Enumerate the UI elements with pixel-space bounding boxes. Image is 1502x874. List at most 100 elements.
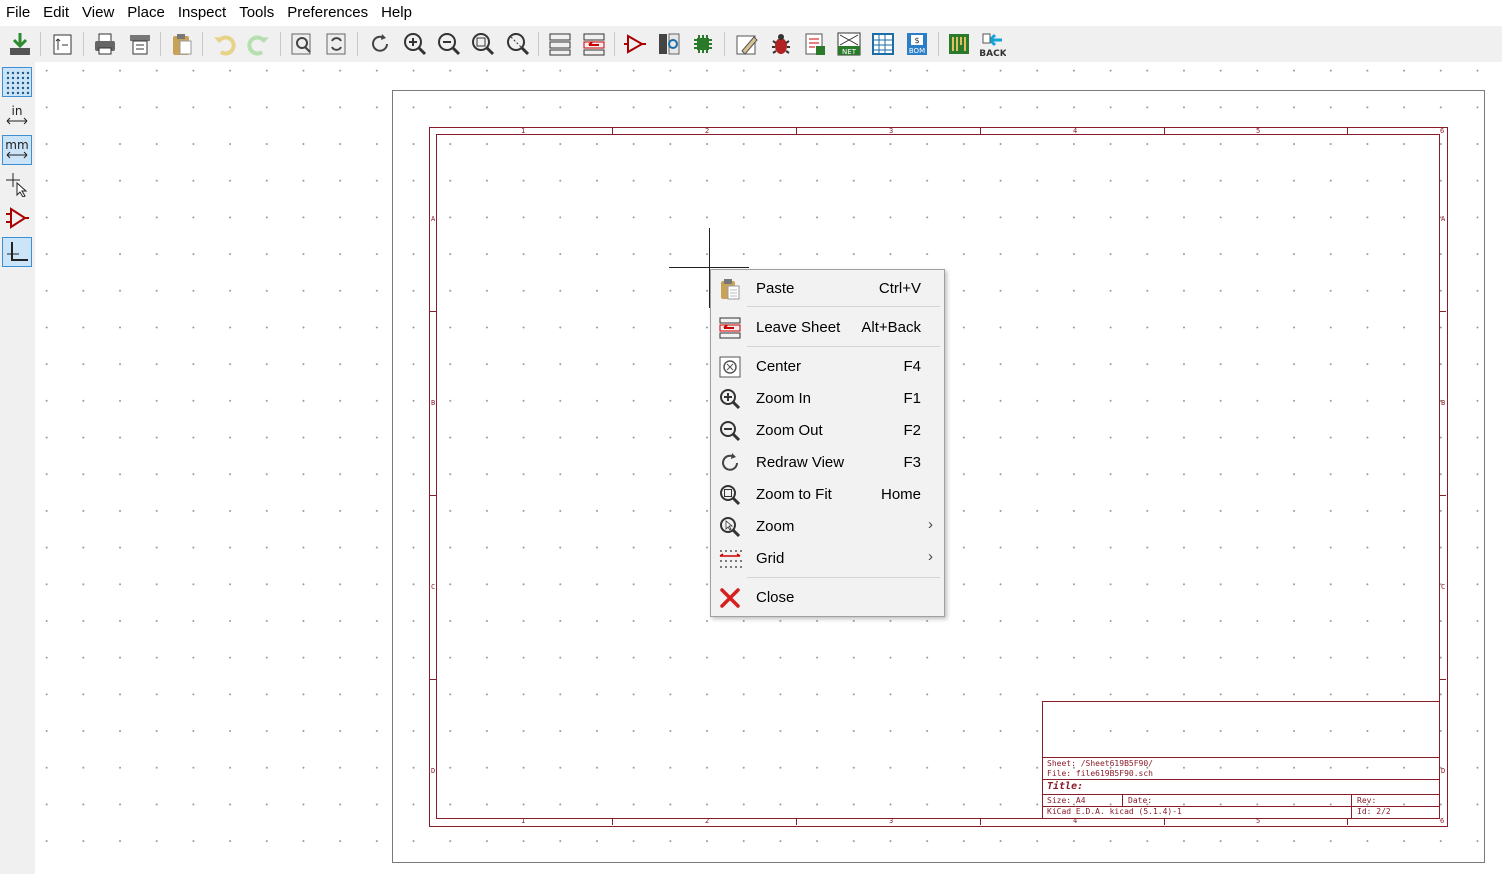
redraw-icon [722, 453, 738, 471]
fields-editor-button[interactable] [868, 29, 898, 59]
leave-sheet-button[interactable] [579, 29, 609, 59]
zoom-selection-icon [507, 33, 530, 56]
zoom-fit-button[interactable] [468, 29, 498, 59]
zoom-icon [720, 517, 741, 538]
redo-button[interactable] [244, 29, 274, 59]
center-icon [719, 356, 741, 378]
menu-item-zoom-to-fit[interactable]: Zoom to Fit Home [713, 480, 942, 510]
plot-button[interactable] [125, 29, 155, 59]
menu-item-center[interactable]: Center F4 [713, 352, 942, 382]
redraw-button[interactable] [365, 29, 395, 59]
zoom-out-icon [720, 421, 741, 442]
netlist-button[interactable]: NET [834, 29, 864, 59]
menu-item-label: Grid [756, 550, 785, 567]
toggle-grid-button[interactable] [2, 67, 32, 97]
menubar: File Edit View Place Inspect Tools Prefe… [0, 0, 1502, 26]
save-button[interactable] [5, 29, 35, 59]
menu-view[interactable]: View [76, 0, 121, 26]
menu-item-zoom-submenu[interactable]: Zoom › [713, 512, 942, 542]
zoom-in-button[interactable] [400, 29, 430, 59]
menu-item-zoom-out[interactable]: Zoom Out F2 [713, 416, 942, 446]
back-button[interactable]: BACK [978, 29, 1008, 59]
menu-help[interactable]: Help [375, 0, 419, 26]
orthogonal-wires-button[interactable] [2, 237, 32, 267]
menu-item-label: Zoom [756, 518, 795, 535]
zone-col-label: 6 [1440, 817, 1445, 825]
menu-item-grid-submenu[interactable]: Grid › [713, 544, 942, 574]
zone-col-label: 2 [705, 817, 710, 825]
footprint-editor-button[interactable] [688, 29, 718, 59]
menu-item-label: Leave Sheet [756, 319, 841, 336]
find-replace-icon [326, 33, 346, 55]
find-button[interactable] [287, 29, 317, 59]
pcbnew-button[interactable] [944, 29, 974, 59]
menu-item-shortcut: F3 [903, 454, 921, 471]
pcb-icon [949, 34, 969, 54]
menu-edit[interactable]: Edit [37, 0, 76, 26]
menu-inspect[interactable]: Inspect [172, 0, 233, 26]
show-hidden-pins-button[interactable] [2, 203, 32, 233]
redraw-icon [372, 34, 388, 52]
menu-file[interactable]: File [0, 0, 37, 26]
menu-item-paste[interactable]: Paste Ctrl+V [713, 274, 942, 304]
svg-text:BOM: BOM [909, 47, 925, 55]
menu-item-shortcut: F1 [903, 390, 921, 407]
title-block: Sheet: /Sheet619B5F90/ File: file619B5F9… [1042, 701, 1440, 819]
zone-col-label: 6 [1440, 127, 1445, 135]
annotate-button[interactable] [732, 29, 762, 59]
page-settings-button[interactable] [47, 29, 77, 59]
menu-item-label: Zoom to Fit [756, 486, 832, 503]
erc-bug-icon [772, 34, 790, 54]
menu-item-shortcut: Home [880, 486, 921, 503]
cursor-shape-button[interactable] [2, 169, 32, 199]
erc-button[interactable] [766, 29, 796, 59]
menu-item-redraw-view[interactable]: Redraw View F3 [713, 448, 942, 478]
zone-row-label: B [431, 399, 436, 407]
menu-preferences[interactable]: Preferences [281, 0, 375, 26]
zoom-fit-icon [720, 485, 741, 506]
print-button[interactable] [90, 29, 120, 59]
menu-item-leave-sheet[interactable]: Leave Sheet Alt+Back [713, 313, 942, 343]
menu-item-label: Zoom Out [756, 422, 823, 439]
zoom-in-icon [720, 389, 741, 410]
hierarchy-navigator-button[interactable] [545, 29, 575, 59]
menu-item-label: Paste [756, 280, 795, 297]
zone-row-label: C [431, 583, 436, 591]
close-icon [720, 588, 740, 608]
menu-place[interactable]: Place [121, 0, 172, 26]
menu-item-shortcut: F2 [903, 422, 921, 439]
zone-row-label: B [1441, 399, 1446, 407]
svg-text:NET: NET [842, 48, 857, 56]
grid-icon [6, 71, 30, 95]
find-replace-button[interactable] [322, 29, 352, 59]
paste-icon [721, 279, 740, 300]
back-arrow-icon: BACK [980, 33, 1006, 57]
units-mm-button[interactable]: mm [2, 135, 32, 165]
bom-button[interactable]: $ BOM [902, 29, 932, 59]
menu-item-shortcut: F4 [903, 358, 921, 375]
inches-icon: in [6, 104, 28, 125]
undo-button[interactable] [209, 29, 239, 59]
rev-label: Rev: [1357, 796, 1377, 805]
zone-col-label: 3 [889, 127, 894, 135]
title-label: Title: [1047, 781, 1084, 792]
hierarchy-icon [549, 33, 571, 56]
symbol-editor-icon [624, 34, 646, 54]
zoom-selection-button[interactable] [503, 29, 533, 59]
menu-item-close[interactable]: Close [713, 583, 942, 613]
zoom-out-button[interactable] [434, 29, 464, 59]
svg-text:BACK: BACK [980, 49, 1006, 57]
symbol-editor-button[interactable] [620, 29, 650, 59]
assign-footprints-button[interactable] [800, 29, 830, 59]
grid-icon [719, 550, 742, 568]
footprint-icon [694, 35, 712, 53]
symbol-browser-button[interactable] [654, 29, 684, 59]
units-inches-button[interactable]: in [2, 101, 32, 131]
menu-item-zoom-in[interactable]: Zoom In F1 [713, 384, 942, 414]
menu-item-label: Close [756, 589, 795, 606]
cursor-icon [6, 173, 28, 197]
symbol-browser-icon [659, 33, 680, 55]
menu-tools[interactable]: Tools [233, 0, 281, 26]
find-icon [291, 33, 311, 55]
paste-toolbar-button[interactable] [167, 29, 197, 59]
